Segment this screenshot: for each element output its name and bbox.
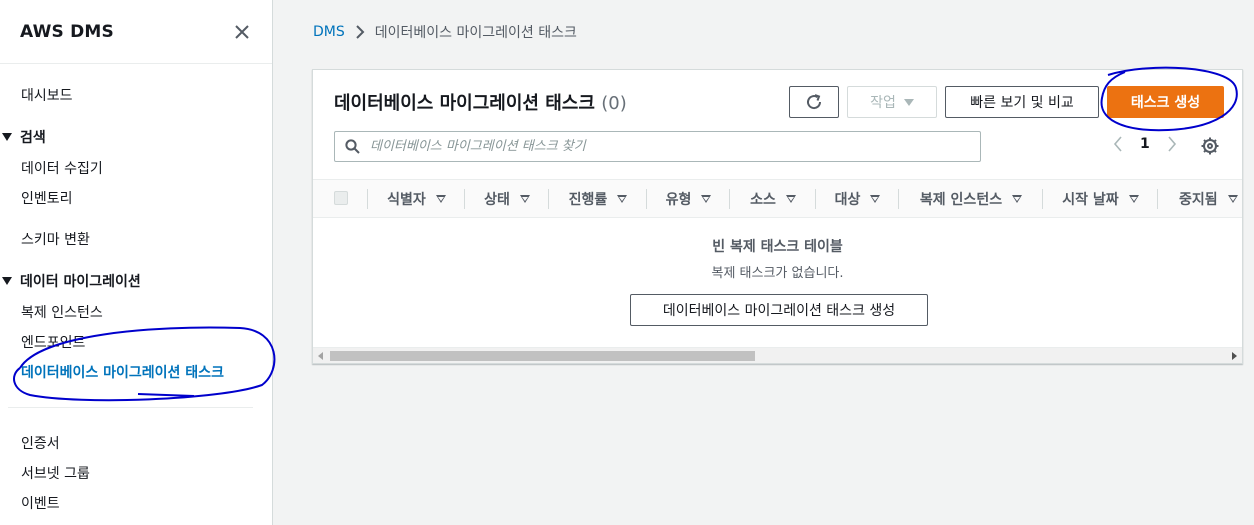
sort-icon [519,195,530,203]
sort-icon [435,195,446,203]
table-header: 식별자 상태 진행률 유형 소스 대상 복제 인스턴스 시작 날짜 중지됨 [313,179,1242,218]
column-header-stopped[interactable]: 중지됨 [1159,180,1241,218]
column-divider [729,189,730,209]
create-task-button[interactable]: 태스크 생성 [1107,86,1224,118]
breadcrumb: DMS 데이터베이스 마이그레이션 태스크 [313,22,577,42]
quick-view-compare-button[interactable]: 빠른 보기 및 비교 [945,86,1099,118]
column-divider [646,189,647,209]
column-header-target[interactable]: 대상 [817,180,898,218]
gear-icon[interactable] [1201,137,1219,159]
sidebar-section-label: 데이터 마이그레이션 [20,274,141,290]
sort-icon [870,195,881,203]
column-divider [1157,189,1158,209]
sort-icon [785,195,796,203]
sidebar-item-inventory[interactable]: 인벤토리 [21,188,73,208]
sidebar-title: AWS DMS [20,21,114,42]
sidebar-item-migration-tasks[interactable]: 데이터베이스 마이그레이션 태스크 [21,362,224,382]
sort-icon [1128,195,1139,203]
column-label: 유형 [665,192,692,208]
chevron-right-icon[interactable] [1162,136,1182,152]
caret-down-icon [903,98,914,106]
caret-down-icon [2,133,12,141]
sidebar-item-events[interactable]: 이벤트 [21,493,60,513]
scroll-left-arrow-icon[interactable] [318,352,323,360]
sidebar-divider [8,407,253,408]
column-label: 상태 [484,192,510,208]
column-header-source[interactable]: 소스 [731,180,815,218]
current-page[interactable]: 1 [1140,136,1150,152]
column-label: 중지됨 [1179,192,1218,208]
refresh-button[interactable] [789,86,839,118]
search-field[interactable] [334,131,981,162]
column-divider [367,189,368,209]
sidebar-header: AWS DMS [0,0,272,64]
empty-state-title: 빈 복제 태스크 테이블 [712,239,843,255]
sort-icon [1012,195,1023,203]
sidebar-section-data-migration[interactable]: 데이터 마이그레이션 [2,271,141,291]
sidebar-item-endpoints[interactable]: 엔드포인트 [21,332,85,352]
column-label: 진행률 [568,192,608,208]
sidebar-item-dashboard[interactable]: 대시보드 [21,85,73,105]
scrollbar-thumb[interactable] [330,351,755,361]
breadcrumb-root-link[interactable]: DMS [313,24,345,40]
create-migration-task-button[interactable]: 데이터베이스 마이그레이션 태스크 생성 [630,294,928,326]
close-icon[interactable] [232,22,252,42]
sort-icon [617,195,628,203]
column-header-status[interactable]: 상태 [466,180,548,218]
sidebar-section-discover[interactable]: 검색 [2,127,46,147]
sidebar-item-certificates[interactable]: 인증서 [21,433,60,453]
panel-title-text: 데이터베이스 마이그레이션 태스크 [334,93,595,114]
column-divider [1042,189,1043,209]
column-divider [464,189,465,209]
column-header-start-date[interactable]: 시작 날짜 [1044,180,1157,218]
column-divider [548,189,549,209]
sidebar: AWS DMS 대시보드 검색 데이터 수집기 인벤토리 스키마 변환 데이터 … [0,0,273,525]
sidebar-item-subnet-groups[interactable]: 서브넷 그룹 [21,463,90,483]
column-label: 소스 [750,192,776,208]
sidebar-section-label: 검색 [20,130,46,146]
column-header-identifier[interactable]: 식별자 [369,180,464,218]
sort-icon [1227,195,1238,203]
column-header-type[interactable]: 유형 [648,180,729,218]
column-label: 대상 [834,192,861,208]
column-label: 식별자 [387,192,426,208]
column-label: 복제 인스턴스 [919,192,1003,208]
column-divider [898,189,899,209]
sidebar-item-schema-conversion[interactable]: 스키마 변환 [21,229,90,249]
select-all-checkbox[interactable] [334,191,348,205]
empty-state-subtitle: 복제 태스크가 없습니다. [711,266,844,281]
chevron-right-icon [355,25,365,39]
column-header-replication-instance[interactable]: 복제 인스턴스 [900,180,1042,218]
search-icon [345,139,360,154]
actions-dropdown-button[interactable]: 작업 [847,86,937,118]
sidebar-item-replication-instances[interactable]: 복제 인스턴스 [21,302,103,322]
sort-icon [701,195,712,203]
actions-label: 작업 [870,95,896,111]
panel-title: 데이터베이스 마이그레이션 태스크 (0) [334,89,627,115]
horizontal-scrollbar[interactable] [313,347,1242,363]
column-divider [815,189,816,209]
column-header-progress[interactable]: 진행률 [550,180,646,218]
task-count: (0) [601,93,627,114]
pagination: 1 [1108,136,1182,152]
chevron-left-icon[interactable] [1108,136,1128,152]
breadcrumb-current: 데이터베이스 마이그레이션 태스크 [374,25,577,41]
scroll-right-arrow-icon[interactable] [1232,352,1237,360]
search-input[interactable] [370,139,980,154]
migration-tasks-panel: 데이터베이스 마이그레이션 태스크 (0) 작업 빠른 보기 및 비교 태스크 … [312,69,1243,364]
caret-down-icon [2,277,12,285]
sidebar-item-data-collectors[interactable]: 데이터 수집기 [21,158,103,178]
column-label: 시작 날짜 [1062,192,1119,208]
refresh-icon [807,94,822,110]
